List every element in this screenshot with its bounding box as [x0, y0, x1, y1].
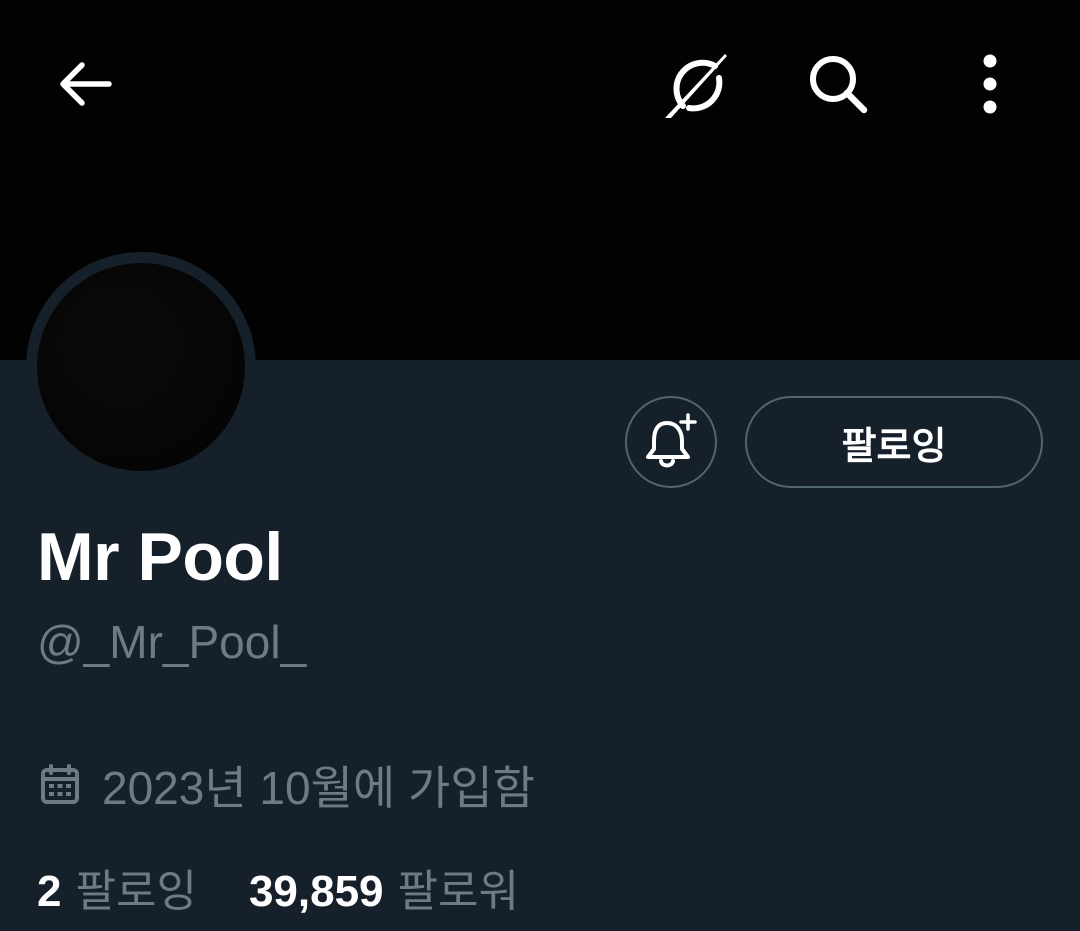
- avatar[interactable]: [37, 263, 245, 471]
- more-vertical-icon: [983, 54, 997, 114]
- notifications-button[interactable]: [625, 396, 717, 488]
- bell-plus-icon: [646, 413, 697, 468]
- followers-label: 팔로워: [397, 867, 519, 916]
- following-stat-link[interactable]: 2 팔로잉: [37, 855, 197, 919]
- followers-stat-link[interactable]: 39,859 팔로워: [249, 855, 519, 919]
- display-name: Mr Pool: [37, 519, 283, 595]
- search-icon: [810, 56, 868, 114]
- more-options-button[interactable]: [948, 44, 1032, 124]
- joined-date: 2023년 10월에 가입함: [102, 762, 535, 814]
- following-label: 팔로잉: [75, 867, 197, 916]
- followers-count: 39,859: [248, 867, 384, 916]
- calendar-icon: [41, 764, 79, 804]
- following-button[interactable]: 팔로잉: [745, 396, 1043, 488]
- arrow-left-icon: [60, 62, 112, 106]
- following-count: 2: [37, 867, 62, 916]
- grok-icon: [665, 54, 727, 118]
- user-handle: @_Mr_Pool_: [37, 616, 307, 668]
- grok-button[interactable]: [650, 44, 740, 124]
- back-button[interactable]: [40, 44, 130, 124]
- follow-stats: 2 팔로잉 39,859 팔로워: [37, 855, 519, 919]
- search-button[interactable]: [793, 44, 883, 124]
- joined-date-row: 2023년 10월에 가입함: [40, 755, 535, 815]
- avatar-ring: [26, 252, 256, 482]
